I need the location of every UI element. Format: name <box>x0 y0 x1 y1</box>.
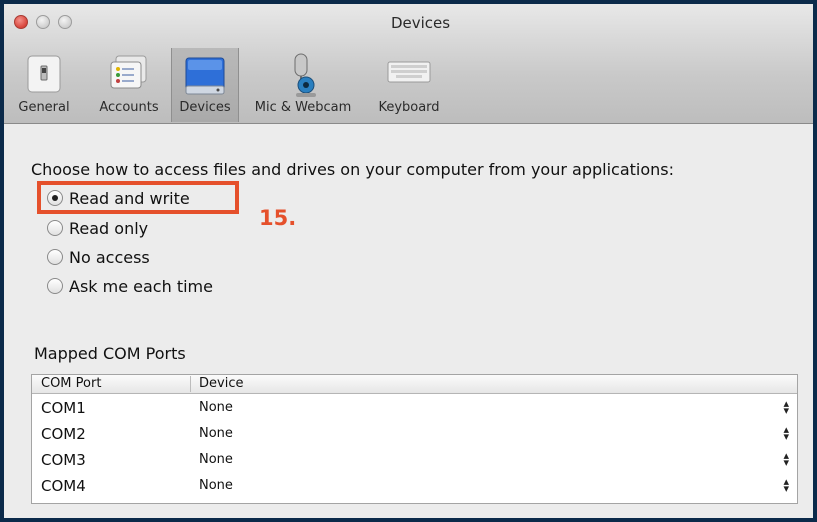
com-port-cell: COM2 <box>41 425 86 443</box>
tab-accounts[interactable]: Accounts <box>84 48 174 122</box>
tab-general-label: General <box>18 100 70 115</box>
radio-button[interactable] <box>47 278 63 294</box>
switch-icon <box>27 55 61 93</box>
radio-read-only-label: Read only <box>69 218 149 238</box>
radio-ask-each-time[interactable]: Ask me each time <box>47 275 213 297</box>
tab-mic-webcam-label: Mic & Webcam <box>254 100 352 115</box>
radio-read-only[interactable]: Read only <box>47 217 148 239</box>
tab-devices[interactable]: Devices <box>171 48 239 122</box>
devices-preferences-window: Devices General Accounts Devices Mic & W… <box>4 4 813 518</box>
accounts-icon <box>110 55 147 89</box>
com-ports-table: COM Port Device COM1 None ▴ ▾ COM2 None ▴… <box>31 374 798 504</box>
table-row: COM3 None ▴ ▾ <box>32 448 797 474</box>
select-arrows-icon[interactable]: ▴ ▾ <box>783 476 789 494</box>
radio-no-access-label: No access <box>69 247 150 267</box>
select-arrows-icon[interactable]: ▴ ▾ <box>783 450 789 468</box>
devices-pane: Choose how to access files and drives on… <box>4 124 813 518</box>
radio-button[interactable] <box>47 220 63 236</box>
device-select[interactable]: None <box>199 426 233 441</box>
device-select[interactable]: None <box>199 400 233 415</box>
column-header-device[interactable]: Device <box>199 376 243 391</box>
tab-keyboard[interactable]: Keyboard <box>369 48 449 122</box>
device-select[interactable]: None <box>199 478 233 493</box>
radio-no-access[interactable]: No access <box>47 246 150 268</box>
column-divider <box>190 376 191 392</box>
table-header: COM Port Device <box>32 375 797 394</box>
tab-accounts-label: Accounts <box>99 100 159 115</box>
table-row: COM1 None ▴ ▾ <box>32 396 797 422</box>
hard-drive-icon <box>185 57 225 95</box>
table-row: COM2 None ▴ ▾ <box>32 422 797 448</box>
tab-keyboard-label: Keyboard <box>378 100 440 115</box>
com-port-cell: COM4 <box>41 477 86 495</box>
select-arrows-icon[interactable]: ▴ ▾ <box>783 424 789 442</box>
table-row: COM4 None ▴ ▾ <box>32 474 797 500</box>
tab-devices-label: Devices <box>179 100 231 115</box>
window-title: Devices <box>390 14 451 32</box>
annotation-highlight-box <box>37 181 239 214</box>
microphone-webcam-icon <box>294 53 316 97</box>
tab-mic-webcam[interactable]: Mic & Webcam <box>237 48 369 122</box>
com-port-cell: COM3 <box>41 451 86 469</box>
com-port-cell: COM1 <box>41 399 86 417</box>
radio-button[interactable] <box>47 249 63 265</box>
column-header-com-port[interactable]: COM Port <box>41 376 101 391</box>
annotation-step-label: 15. <box>259 206 297 230</box>
window-toolbar: Devices General Accounts Devices Mic & W… <box>4 4 813 124</box>
select-arrows-icon[interactable]: ▴ ▾ <box>783 398 789 416</box>
access-prompt: Choose how to access files and drives on… <box>31 160 674 179</box>
com-ports-title: Mapped COM Ports <box>34 344 186 363</box>
radio-ask-each-time-label: Ask me each time <box>69 276 213 296</box>
tab-general[interactable]: General <box>4 48 84 122</box>
keyboard-icon <box>387 61 431 83</box>
device-select[interactable]: None <box>199 452 233 467</box>
